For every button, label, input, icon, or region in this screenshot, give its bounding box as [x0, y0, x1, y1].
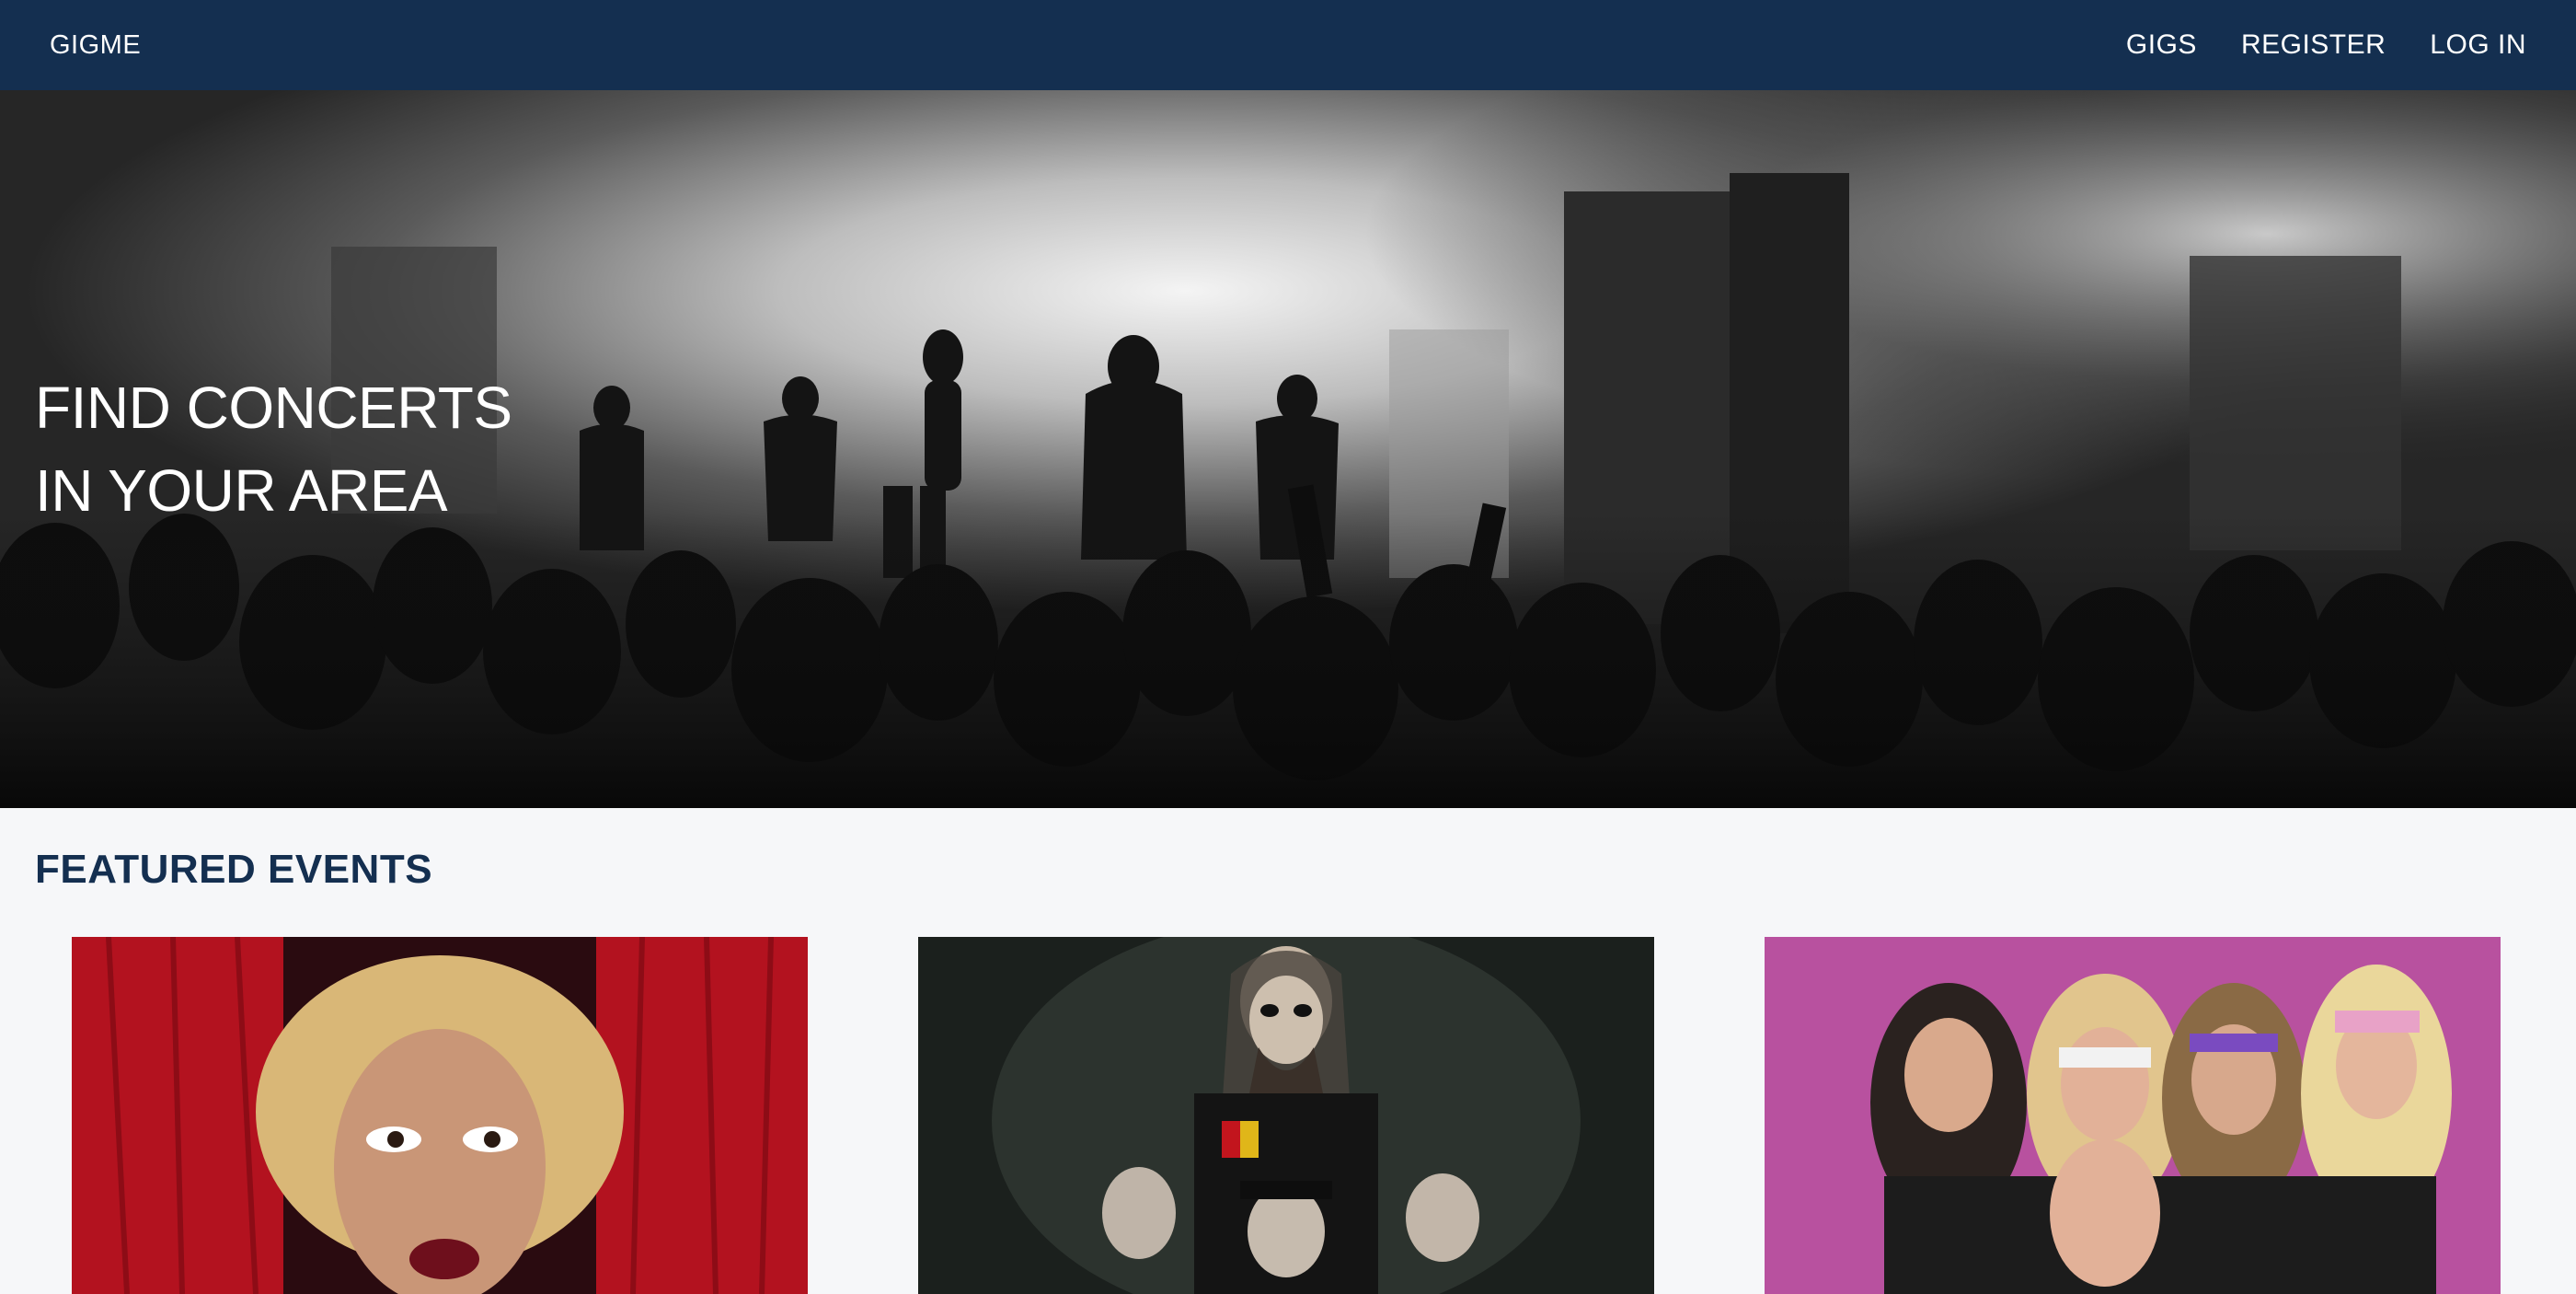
hero-title-line-2: IN YOUR AREA [35, 457, 448, 524]
nav-links: GIGS REGISTER LOG IN [2126, 29, 2526, 61]
featured-event-card-1[interactable] [72, 937, 808, 1294]
hero-title: FIND CONCERTS IN YOUR AREA [35, 366, 512, 532]
hero-banner: FIND CONCERTS IN YOUR AREA [0, 90, 2576, 808]
hero-title-line-1: FIND CONCERTS [35, 375, 512, 441]
featured-events-heading: FEATURED EVENTS [35, 847, 433, 892]
event-image-glam-rock-band [1765, 937, 2501, 1294]
nav-link-login[interactable]: LOG IN [2430, 29, 2526, 61]
featured-event-card-3[interactable] [1765, 937, 2501, 1294]
event-image-drag-performer [72, 937, 808, 1294]
event-image-metal-band [918, 937, 1654, 1294]
nav-link-register[interactable]: REGISTER [2241, 29, 2386, 61]
top-navbar: GIGME GIGS REGISTER LOG IN [0, 0, 2576, 90]
nav-link-gigs[interactable]: GIGS [2126, 29, 2197, 61]
featured-event-card-2[interactable] [918, 937, 1654, 1294]
brand-logo-link[interactable]: GIGME [50, 30, 141, 61]
